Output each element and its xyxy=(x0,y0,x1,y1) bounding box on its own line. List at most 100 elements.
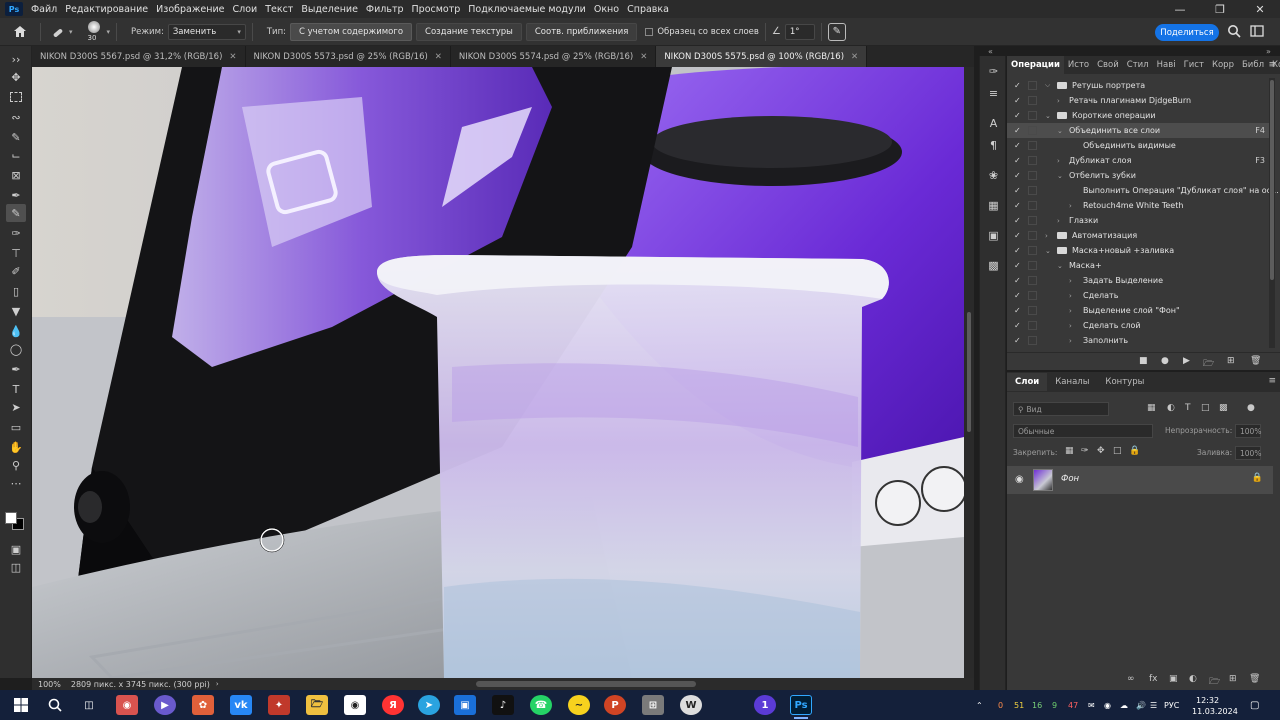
paragraph-icon[interactable]: ¶ xyxy=(984,136,1003,154)
foreground-color-swatch[interactable] xyxy=(5,512,17,524)
expand-panels-icon[interactable]: » xyxy=(1266,47,1271,56)
toggle-check-icon[interactable]: ✓ xyxy=(1014,321,1021,330)
search-icon[interactable] xyxy=(1227,24,1243,40)
move-tool-icon[interactable]: ✥ xyxy=(6,68,26,86)
close-tab-icon[interactable]: ✕ xyxy=(229,52,236,62)
expand-chevron-icon[interactable]: ⌄ xyxy=(1057,262,1063,270)
type-texture-button[interactable]: Создание текстуры xyxy=(416,22,522,41)
cloud-icon[interactable]: ☁ xyxy=(1120,690,1128,720)
action-step-row[interactable]: ✓ › Сделать xyxy=(1007,288,1269,303)
toggle-check-icon[interactable]: ✓ xyxy=(1014,141,1021,150)
action-set-row[interactable]: ✓ ⌵ Ретушь портрета xyxy=(1007,78,1269,93)
clock-date[interactable]: 11.03.2024 xyxy=(1192,696,1238,720)
layer-style-icon[interactable]: fx xyxy=(1149,674,1158,684)
opacity-input[interactable]: 100% xyxy=(1235,424,1261,438)
tab-properties[interactable]: Свой xyxy=(1093,56,1123,74)
action-row[interactable]: ✓ ⌄ Маска+ xyxy=(1007,258,1269,273)
dialog-toggle[interactable] xyxy=(1028,336,1037,345)
tab-channels[interactable]: Каналы xyxy=(1047,373,1097,391)
action-set-row[interactable]: ✓ › Автоматизация xyxy=(1007,228,1269,243)
home-icon[interactable] xyxy=(6,21,34,43)
angle-input[interactable]: 1° xyxy=(784,23,815,40)
task-view-icon[interactable]: ◫ xyxy=(78,695,100,715)
mic-icon[interactable]: ◉ xyxy=(1104,690,1111,720)
tray-chevron-icon[interactable]: ⌃ xyxy=(976,690,983,720)
swatches-icon[interactable]: ▦ xyxy=(984,196,1003,214)
marquee-tool-icon[interactable] xyxy=(6,88,26,106)
expand-chevron-icon[interactable]: ⌄ xyxy=(1057,127,1063,135)
zoom-level[interactable]: 100% xyxy=(38,680,61,689)
new-layer-icon[interactable]: ⊞ xyxy=(1229,674,1237,684)
tab-history[interactable]: Исто xyxy=(1064,56,1093,74)
frame-tool-icon[interactable]: ⊠ xyxy=(6,166,26,184)
menu-image[interactable]: Изображение xyxy=(152,4,228,15)
close-tab-icon[interactable]: ✕ xyxy=(640,52,647,62)
tab-adjustments[interactable]: Корр xyxy=(1208,56,1238,74)
share-button[interactable]: Поделиться xyxy=(1155,24,1219,41)
toggle-check-icon[interactable]: ✓ xyxy=(1014,306,1021,315)
dialog-toggle[interactable] xyxy=(1028,261,1037,270)
tiktok-icon[interactable]: ♪ xyxy=(492,695,514,715)
quick-mask-icon[interactable]: ▣ xyxy=(6,540,26,558)
type-tool-icon[interactable]: T xyxy=(6,380,26,398)
expand-chevron-icon[interactable]: › xyxy=(1069,202,1072,210)
quick-selection-tool-icon[interactable]: ✎ xyxy=(6,128,26,146)
expand-chevron-icon[interactable]: › xyxy=(1069,322,1072,330)
snipping-icon[interactable]: ▣ xyxy=(454,695,476,715)
filter-toggle-icon[interactable]: ● xyxy=(1247,403,1255,413)
crop-tool-icon[interactable]: ⌙ xyxy=(6,146,26,164)
workspace-icon[interactable] xyxy=(1250,24,1266,40)
dialog-toggle[interactable] xyxy=(1028,231,1037,240)
action-step-row[interactable]: ✓ › Задать Выделение xyxy=(1007,273,1269,288)
adjust-sliders-icon[interactable]: ≡ xyxy=(984,84,1003,102)
canvas-vertical-scrollbar[interactable] xyxy=(964,67,974,678)
vk-icon[interactable]: vk xyxy=(230,695,252,715)
new-adjustment-icon[interactable]: ◐ xyxy=(1189,674,1197,684)
action-step-row[interactable]: ✓ Объединить видимые xyxy=(1007,138,1269,153)
expand-chevron-icon[interactable]: › xyxy=(1045,232,1048,240)
actions-scroll-thumb[interactable] xyxy=(1270,80,1274,280)
menu-help[interactable]: Справка xyxy=(623,4,673,15)
blur-tool-icon[interactable]: 💧 xyxy=(6,322,26,340)
tab-actions[interactable]: Операции xyxy=(1007,56,1064,74)
search-icon[interactable] xyxy=(44,695,66,715)
dialog-toggle[interactable] xyxy=(1028,291,1037,300)
menu-window[interactable]: Окно xyxy=(590,4,623,15)
action-step-row[interactable]: ✓ Выполнить Операция "Дубликат слоя" на о… xyxy=(1007,183,1279,198)
canvas[interactable] xyxy=(32,67,964,678)
close-icon[interactable]: ✕ xyxy=(1240,0,1280,18)
filter-smart-icon[interactable]: ▩ xyxy=(1219,403,1228,413)
path-selection-tool-icon[interactable]: ➤ xyxy=(6,398,26,416)
expand-chevron-icon[interactable]: ⌄ xyxy=(1045,112,1051,120)
toggle-check-icon[interactable]: ✓ xyxy=(1014,231,1021,240)
language-indicator[interactable]: РУС xyxy=(1164,690,1179,720)
expand-chevron-icon[interactable]: › xyxy=(1069,292,1072,300)
tab-paths[interactable]: Контуры xyxy=(1097,373,1152,391)
new-action-icon[interactable]: ⊞ xyxy=(1227,356,1235,366)
add-mask-icon[interactable]: ▣ xyxy=(1169,674,1178,684)
stop-icon[interactable]: ■ xyxy=(1139,356,1148,366)
doc-tab-5573[interactable]: NIKON D300S 5573.psd @ 25% (RGB/16) ✕ xyxy=(246,46,451,67)
lock-position-icon[interactable]: ✥ xyxy=(1097,446,1105,456)
lock-artboard-icon[interactable]: □ xyxy=(1113,446,1122,456)
doc-tab-5575[interactable]: NIKON D300S 5575.psd @ 100% (RGB/16) ✕ xyxy=(656,46,868,67)
action-row[interactable]: ✓ › Дубликат слоя F3 xyxy=(1007,153,1269,168)
hand-tool-icon[interactable]: ✋ xyxy=(6,438,26,456)
action-row[interactable]: ✓ ⌄ Отбелить зубки xyxy=(1007,168,1269,183)
app-yellow-icon[interactable]: ∼ xyxy=(568,695,590,715)
expand-chevron-icon[interactable]: › xyxy=(1069,337,1072,345)
app-1-icon[interactable]: 1 xyxy=(754,695,776,715)
dialog-toggle[interactable] xyxy=(1028,306,1037,315)
action-step-row[interactable]: ✓ › Выделение слой "Фон" xyxy=(1007,303,1269,318)
layer-search-input[interactable]: ⚲ Вид xyxy=(1013,402,1109,416)
toolbar-grip-icon[interactable]: ›› xyxy=(6,50,26,68)
dialog-toggle[interactable] xyxy=(1028,171,1037,180)
action-row[interactable]: ✓ › Глазки xyxy=(1007,213,1269,228)
photoshop-taskbar-icon[interactable]: Ps xyxy=(790,695,812,715)
sample-all-layers-checkbox[interactable]: Образец со всех слоев xyxy=(645,27,759,37)
menu-select[interactable]: Выделение xyxy=(297,4,362,15)
close-tab-icon[interactable]: ✕ xyxy=(851,52,858,62)
menu-edit[interactable]: Редактирование xyxy=(61,4,152,15)
blend-mode-select[interactable]: Обычные xyxy=(1013,424,1153,438)
layers-menu-icon[interactable]: ≡ xyxy=(1268,372,1276,390)
